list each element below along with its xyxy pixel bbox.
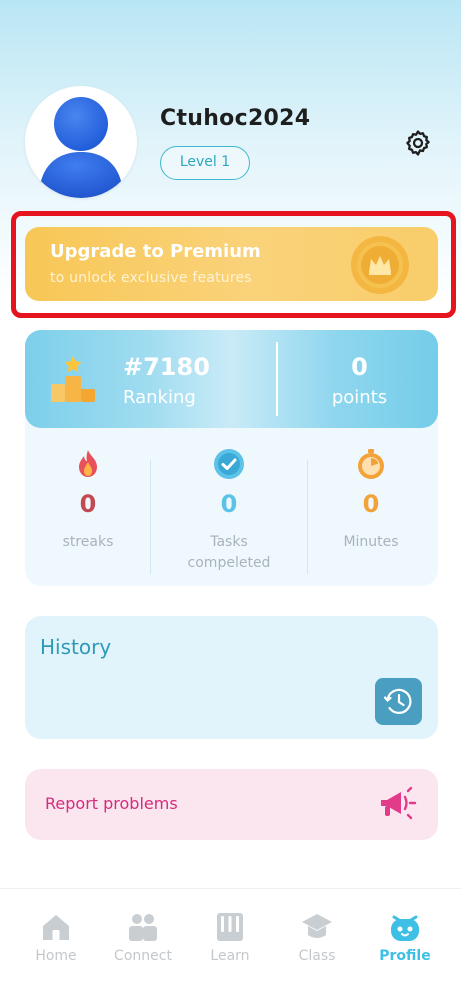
clock-history-icon[interactable] (375, 678, 422, 725)
home-icon (40, 911, 72, 943)
points-value: 0 (351, 353, 368, 381)
username: Ctuhoc2024 (160, 106, 311, 131)
nav-label: Home (35, 948, 77, 964)
book-icon (214, 911, 246, 943)
minutes-value: 0 (362, 490, 380, 518)
timer-icon (355, 448, 387, 480)
podium-icon (50, 356, 96, 402)
tasks-value: 0 (220, 490, 238, 518)
nav-item-connect[interactable]: Connect (97, 911, 189, 964)
robot-face-icon (389, 911, 421, 943)
points-label: points (331, 387, 388, 408)
streaks-value: 0 (79, 490, 97, 518)
nav-item-class[interactable]: Class (271, 911, 363, 964)
streaks-label: streaks (62, 534, 114, 550)
crown-medal-icon (350, 235, 410, 295)
premium-title: Upgrade to Premium (50, 241, 261, 262)
stat-divider (150, 460, 151, 574)
nav-label: Class (298, 948, 336, 964)
people-icon (127, 911, 159, 943)
user-avatar-icon[interactable] (25, 86, 137, 198)
fire-icon (72, 448, 104, 480)
nav-item-home[interactable]: Home (10, 911, 102, 964)
nav-item-learn[interactable]: Learn (184, 911, 276, 964)
nav-label: Profile (379, 948, 431, 964)
graduation-cap-icon (301, 911, 333, 943)
megaphone-icon (377, 786, 417, 822)
ranking-value: #7180 (123, 353, 210, 381)
history-title: History (40, 635, 112, 659)
report-label: Report problems (45, 794, 178, 813)
tasks-label: Tasks compeleted (187, 534, 271, 571)
nav-label: Connect (114, 948, 172, 964)
ranking-panel[interactable]: #7180 Ranking 0 points (25, 330, 438, 428)
gear-icon[interactable] (403, 128, 433, 158)
stat-streaks: 0 streaks (25, 448, 151, 553)
report-problems-card[interactable]: Report problems (25, 769, 438, 840)
nav-item-profile[interactable]: Profile (359, 911, 451, 964)
check-circle-icon (213, 448, 245, 480)
ranking-divider (276, 342, 278, 416)
nav-label: Learn (210, 948, 250, 964)
stat-minutes: 0 Minutes (308, 448, 434, 553)
stats-card: #7180 Ranking 0 points 0 streaks 0 Tasks… (25, 330, 438, 586)
history-card[interactable]: History (25, 616, 438, 739)
stat-tasks: 0 Tasks compeleted (166, 448, 292, 574)
ranking-label: Ranking (123, 387, 196, 408)
bottom-nav: Home Connect Learn Class Profile (0, 888, 461, 1000)
minutes-label: Minutes (343, 534, 399, 550)
level-badge[interactable]: Level 1 (160, 146, 250, 180)
premium-subtitle: to unlock exclusive features (50, 270, 252, 286)
upgrade-premium-banner[interactable]: Upgrade to Premium to unlock exclusive f… (25, 227, 438, 301)
